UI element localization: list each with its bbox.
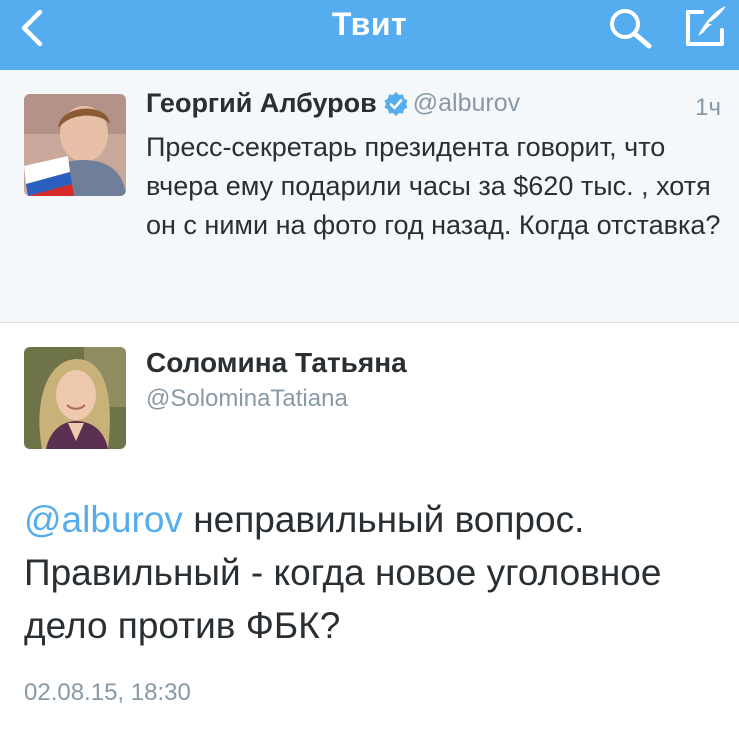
- author-name[interactable]: Георгий Албуров: [146, 88, 377, 118]
- nav-bar: Твит: [0, 0, 739, 70]
- search-icon: [610, 9, 652, 49]
- parent-tweet-text: Пресс-секретарь президента говорит, что …: [146, 132, 721, 240]
- search-button[interactable]: [605, 4, 655, 50]
- main-tweet: Соломина Татьяна @SolominaTatiana @albur…: [0, 323, 739, 733]
- author-name[interactable]: Соломина Татьяна: [146, 347, 407, 379]
- parent-author-row: Георгий Албуров @alburov: [146, 88, 520, 124]
- verified-badge-icon: [384, 91, 408, 116]
- tweet-timestamp: 02.08.15, 18:30: [24, 679, 191, 706]
- compose-button[interactable]: [682, 2, 732, 50]
- compose-icon: [686, 6, 726, 46]
- mention-link[interactable]: @alburov: [24, 499, 183, 540]
- tweet-screen: Твит Георгий Албуров @alburov 1ч Пресс-с…: [0, 0, 739, 733]
- author-handle[interactable]: @SolominaTatiana: [146, 385, 348, 413]
- avatar[interactable]: [24, 347, 126, 449]
- author-handle[interactable]: @alburov: [413, 89, 520, 117]
- main-tweet-text: @alburov неправильный вопрос. Правильный…: [24, 493, 724, 652]
- parent-tweet[interactable]: Георгий Албуров @alburov 1ч Пресс-секрет…: [0, 70, 739, 323]
- avatar[interactable]: [24, 94, 126, 196]
- tweet-time: 1ч: [695, 94, 721, 121]
